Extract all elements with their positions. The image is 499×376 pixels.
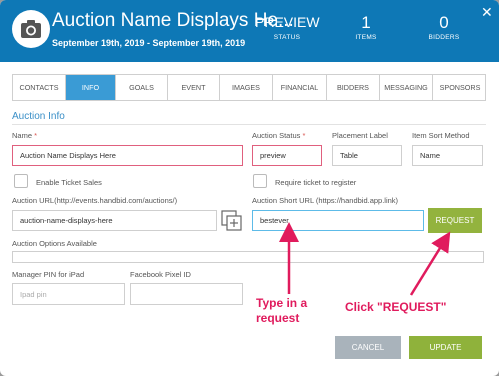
annotation-type-request: Type in a request bbox=[256, 296, 308, 325]
arrow-to-request-button bbox=[409, 231, 451, 296]
auction-modal: Auction Name Displays He... September 19… bbox=[0, 0, 499, 376]
annotation-arrows bbox=[279, 222, 451, 296]
annotation-click-request: Click "REQUEST" bbox=[345, 300, 447, 314]
